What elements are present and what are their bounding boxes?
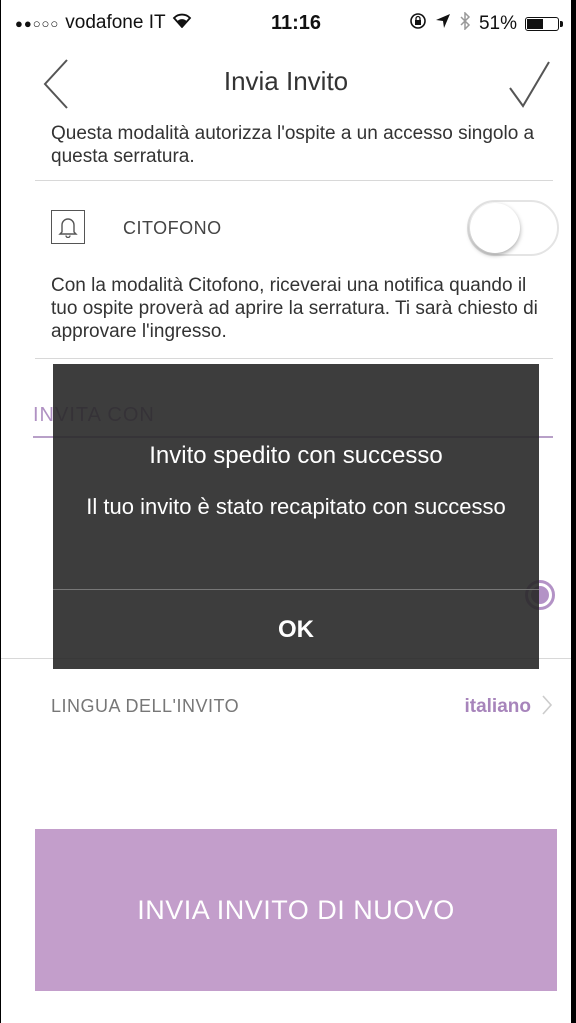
invite-language-value: italiano [464,696,531,717]
chevron-right-icon [541,694,553,721]
alert-message: Il tuo invito è stato recapitato con suc… [86,494,506,519]
toggle-knob [470,203,520,253]
bluetooth-icon [459,11,471,36]
resend-invite-button[interactable]: INVIA INVITO DI NUOVO [35,829,557,991]
success-alert-dialog: Invito spedito con successo Il tuo invit… [53,364,539,669]
battery-icon [525,17,563,31]
intercom-label: CITOFONO [123,218,222,238]
checkmark-icon[interactable] [507,54,551,119]
app-screen: ●●○○○ vodafone IT 11:16 51% Invia Invito [0,0,572,1023]
status-time: 11:16 [271,12,322,34]
single-access-description: Questa modalità autorizza l'ospite a un … [51,123,535,167]
intercom-toggle[interactable] [467,200,559,256]
carrier-name: vodafone IT [65,12,166,33]
battery-percentage: 51% [478,13,517,34]
invite-language-label: LINGUA DELL'INVITO [51,696,240,716]
invite-language-row[interactable]: LINGUA DELL'INVITO italiano [1,680,571,730]
alert-title: Invito spedito con successo [149,442,443,469]
signal-strength-icon: ●●○○○ [15,15,60,31]
page-title: Invia Invito [223,66,349,96]
location-arrow-icon [435,13,451,35]
bell-icon [51,210,85,244]
navigation-bar: Invia Invito [1,50,571,120]
alert-ok-button[interactable]: OK [53,590,539,669]
status-bar: ●●○○○ vodafone IT 11:16 51% [1,0,571,50]
rotation-lock-icon [409,12,427,36]
wifi-icon [172,12,192,34]
intercom-description: Con la modalità Citofono, riceverai una … [51,275,538,342]
divider [35,358,553,359]
divider [35,180,553,181]
